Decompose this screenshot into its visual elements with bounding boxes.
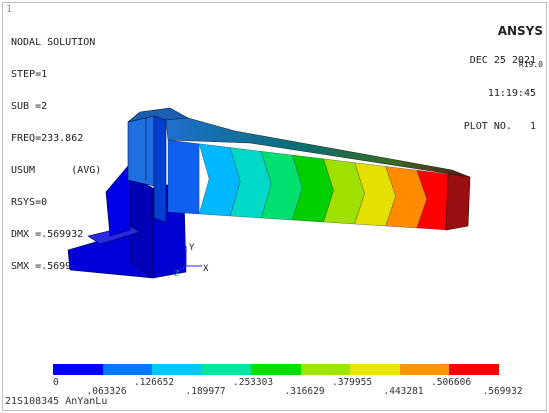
legend-label-bottom: .189977	[185, 386, 226, 397]
beam-end-face	[445, 173, 471, 231]
legend-swatch	[251, 364, 301, 375]
legend-swatch	[300, 364, 350, 375]
legend-swatch	[449, 364, 499, 375]
legend-swatch	[102, 364, 152, 375]
legend-swatch	[399, 364, 449, 375]
legend-swatch	[201, 364, 251, 375]
legend-swatch	[350, 364, 400, 375]
contour-band	[167, 139, 200, 215]
triad-z-label: Z	[174, 269, 179, 278]
triad-x-label: X	[203, 264, 209, 274]
legend-label-top: .253303	[233, 377, 274, 388]
legend-label-bottom: .316629	[284, 386, 325, 397]
fe-model-view[interactable]: Y X Z	[0, 0, 549, 413]
triad-y-label: Y	[189, 243, 195, 253]
footer-label: 21S108345 AnYanLu	[5, 396, 108, 407]
legend-label-bottom: .569932	[482, 386, 523, 397]
legend-label-top: 0	[53, 377, 59, 388]
legend-label-top: .379955	[332, 377, 373, 388]
legend-label-bottom: .443281	[383, 386, 424, 397]
legend-label-top: .126652	[134, 377, 175, 388]
legend-swatch	[152, 364, 202, 375]
legend-swatch	[53, 364, 103, 375]
beam-side-contour	[167, 139, 459, 231]
legend-label-top: .506606	[431, 377, 472, 388]
